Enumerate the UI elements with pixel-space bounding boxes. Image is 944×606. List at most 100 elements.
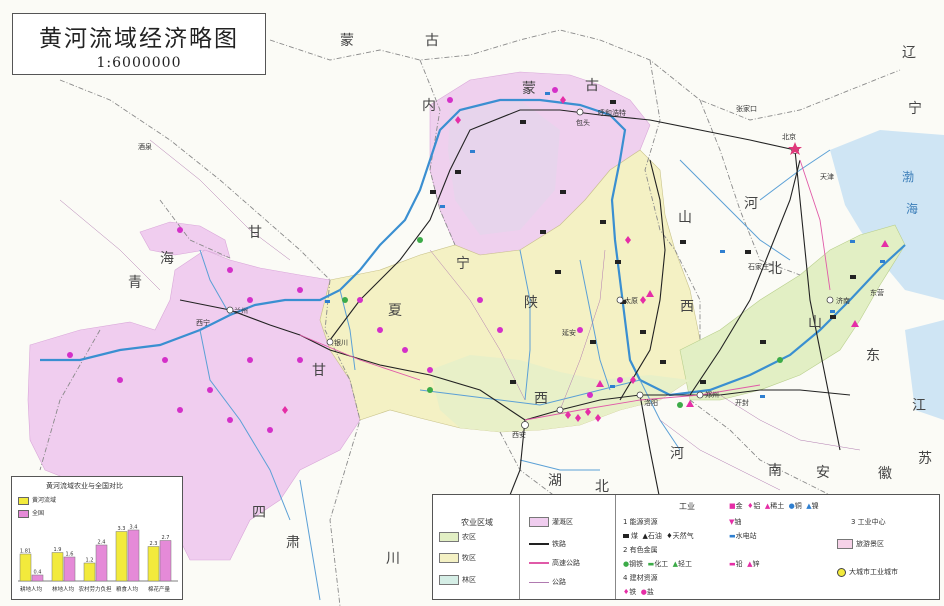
city-label-tianjin: 天津	[820, 173, 834, 181]
inset-bar-2-0	[83, 562, 96, 582]
city-label-kaifeng: 开封	[735, 399, 749, 407]
legend-metal: 2 有色金属	[623, 546, 658, 554]
legend-material: 4 建材资源	[623, 574, 658, 582]
legend-railway: 铁路	[529, 539, 566, 549]
city-label-jiuquan: 酒泉	[138, 143, 152, 151]
legend-divider-1	[519, 495, 520, 599]
region-label-jiang: 江	[912, 398, 926, 414]
region-label-ning: 宁	[456, 256, 470, 272]
inset-data-label-3-1: 3.4	[130, 525, 138, 531]
legend-industrial-center: 3 工业中心	[851, 518, 886, 526]
city-label-lanzhou: 兰州	[234, 307, 248, 315]
city-label-baotou: 包头	[576, 119, 590, 127]
region-label-an: 安	[816, 465, 830, 481]
legend-section2-title: 工业	[679, 502, 695, 511]
city-label-zhangjiakou: 张家口	[736, 105, 757, 113]
inset-legend-label-yellow: 黄河流域	[32, 497, 57, 504]
inset-data-label-4-0: 2.3	[150, 541, 158, 547]
inset-bar-2-1	[95, 544, 108, 582]
map-scale: 1:6000000	[96, 55, 182, 71]
region-label-su2: 苏	[918, 451, 932, 467]
farming-region-plain	[679, 224, 906, 401]
inset-data-label-0-0: 1.81	[20, 549, 31, 555]
city-label-luoyang: 洛阳	[644, 399, 658, 407]
city-label-jinan: 济南	[836, 297, 850, 305]
city-label-yanan: 延安	[562, 329, 576, 337]
region-label-qing: 青	[128, 275, 142, 291]
legend-irrigated: 灌溉区	[529, 517, 573, 527]
legend-section1-title: 农业区域	[461, 518, 493, 527]
map-stage: 黄河流域经济略图 1:6000000 蒙 古 内 蒙 古 辽 宁 甘 海 青 宁…	[0, 0, 944, 606]
legend-energy: 1 能源资源	[623, 518, 658, 526]
sea-label-bo: 渤	[902, 170, 915, 184]
region-label-xia: 夏	[388, 303, 402, 319]
legend-divider-2	[615, 495, 616, 599]
inset-bar-3-1	[127, 529, 140, 582]
region-label-hubei1: 湖	[548, 473, 562, 489]
region-label-su3: 肃	[286, 535, 300, 551]
pastoral-region-gansu	[139, 221, 231, 259]
region-label-hubei2: 北	[595, 479, 609, 495]
region-label-meng: 蒙	[340, 33, 354, 49]
region-label-meng2: 蒙	[522, 81, 536, 97]
map-title-box: 黄河流域经济略图 1:6000000	[12, 13, 266, 75]
region-label-shan2: 山	[678, 210, 692, 226]
inset-data-label-0-1: 0.4	[34, 570, 42, 576]
inset-bar-1-0	[51, 552, 64, 582]
legend-farming: 农区	[439, 532, 476, 542]
region-label-hui: 徽	[878, 466, 892, 482]
region-label-hai: 海	[160, 251, 174, 267]
legend-resources-row1: ■金 ♦铝 ▲稀土 ●铜 ▲镍	[729, 502, 819, 510]
legend-lead-zinc: ▬铅 ▲锌	[729, 560, 760, 568]
city-label-huhehaote: 呼和浩特	[598, 109, 626, 117]
region-label-henan2: 南	[768, 463, 782, 479]
region-label-bei1: 北	[768, 261, 782, 277]
region-label-ning-liaoning: 宁	[908, 101, 922, 117]
inset-data-label-1-1: 1.6	[66, 552, 74, 558]
region-label-si: 四	[252, 505, 266, 521]
city-label-taiyuan: 太原	[624, 297, 638, 305]
region-label-liao: 辽	[902, 45, 916, 61]
inset-data-label-2-1: 2.4	[98, 540, 106, 546]
city-label-shijiazhuang: 石家庄	[748, 263, 769, 271]
inset-category-label-4: 棉花产量	[148, 585, 171, 593]
inset-bar-0-1	[31, 574, 44, 582]
inset-legend-yellow: 黄河流域	[18, 495, 56, 505]
inset-legend-swatch-pink	[18, 509, 29, 518]
legend-metal-row: ●钢铁 ▬化工 ▲轻工	[623, 560, 693, 568]
inset-legend-swatch-yellow	[18, 496, 29, 505]
city-label-xian: 西安	[512, 431, 526, 439]
legend-city: 大城市工业城市	[837, 567, 898, 577]
map-title: 黄河流域经济略图	[39, 26, 239, 52]
region-label-henan1: 河	[670, 446, 684, 462]
city-label-dongying: 东营	[870, 289, 884, 297]
inset-legend-label-pink: 全国	[32, 510, 45, 517]
map-legend: 农业区域 农区 牧区 林区 灌溉区 铁路 高速公路 公路 工业 1 能源资源 煤…	[432, 494, 940, 600]
inset-bar-3-0	[115, 531, 128, 582]
region-label-gan2: 甘	[312, 363, 326, 379]
region-label-xi2: 西	[680, 299, 694, 315]
inset-data-label-1-0: 1.9	[54, 547, 62, 553]
inset-category-label-3: 粮食人均	[116, 585, 139, 593]
legend-road: 公路	[529, 577, 566, 587]
city-label-yinchuan: 银川	[334, 339, 348, 347]
inset-data-label-2-0: 1.2	[86, 558, 94, 564]
inset-bar-4-1	[159, 540, 172, 582]
inset-legend-pink: 全国	[18, 508, 44, 518]
inset-category-label-2: 农村劳力负担	[78, 585, 112, 593]
legend-highway: 高速公路	[529, 558, 580, 568]
legend-pastoral: 牧区	[439, 553, 476, 563]
legend-scenic: 旅游景区	[837, 539, 884, 549]
city-label-xining: 西宁	[196, 319, 210, 327]
region-label-shandong1: 山	[808, 315, 822, 331]
region-label-gan: 甘	[248, 225, 262, 241]
legend-energy-row: 煤 ▲石油 ♦天然气	[623, 531, 694, 541]
region-label-gu: 古	[425, 33, 439, 49]
region-label-he1: 河	[744, 196, 758, 212]
region-label-nei: 内	[422, 98, 436, 114]
legend-hydro: ▬水电站	[729, 532, 757, 540]
inset-comparison-chart: 1.81 0.4 耕地人均 1.9 1.6 林地人均 1.2 2.4 农村劳力负担 3.3 3.4 粮…	[11, 476, 183, 600]
city-label-beijing: 北京	[782, 133, 796, 141]
inset-data-label-4-1: 2.7	[162, 535, 170, 541]
legend-forest: 林区	[439, 575, 476, 585]
